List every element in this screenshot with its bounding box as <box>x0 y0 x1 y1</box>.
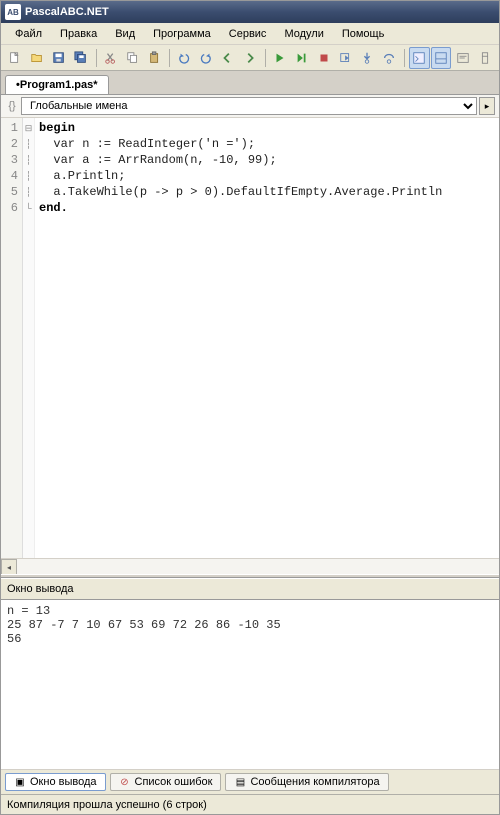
status-text: Компиляция прошла успешно (6 строк) <box>7 799 207 811</box>
scroll-track[interactable] <box>17 559 499 574</box>
file-tabs: •Program1.pas* <box>1 71 499 95</box>
title-bar: AB PascalABC.NET <box>1 1 499 23</box>
compiler-icon: ▤ <box>234 776 246 788</box>
menu-modules[interactable]: Модули <box>276 26 331 42</box>
toolbar <box>1 45 499 71</box>
intellisense-button[interactable] <box>452 47 473 69</box>
save-button[interactable] <box>49 47 70 69</box>
toolbar-separator <box>265 49 266 67</box>
status-bar: Компиляция прошла успешно (6 строк) <box>1 794 499 814</box>
window-title: PascalABC.NET <box>25 6 109 18</box>
menu-bar: Файл Правка Вид Программа Сервис Модули … <box>1 23 499 45</box>
menu-edit[interactable]: Правка <box>52 26 105 42</box>
stop-button[interactable] <box>313 47 334 69</box>
run-no-debug-button[interactable] <box>291 47 312 69</box>
scroll-left-icon[interactable]: ◂ <box>1 559 17 575</box>
tab-program1[interactable]: •Program1.pas* <box>5 75 109 94</box>
run-button[interactable] <box>269 47 290 69</box>
toolbar-separator <box>169 49 170 67</box>
scope-bar: {} Глобальные имена ▸ <box>1 95 499 118</box>
code-text[interactable]: begin var n := ReadInteger('n ='); var a… <box>35 118 499 558</box>
menu-program[interactable]: Программа <box>145 26 219 42</box>
step-button[interactable] <box>335 47 356 69</box>
scope-dropdown[interactable]: Глобальные имена <box>21 97 477 115</box>
app-icon: AB <box>5 4 21 20</box>
fold-gutter[interactable]: ⊟ ┆ ┆ ┆ ┆ └ <box>23 118 35 558</box>
step-over-button[interactable] <box>379 47 400 69</box>
menu-view[interactable]: Вид <box>107 26 143 42</box>
code-editor[interactable]: 1 2 3 4 5 6 ⊟ ┆ ┆ ┆ ┆ └ begin var n := R… <box>1 118 499 558</box>
open-file-button[interactable] <box>27 47 48 69</box>
btab-errors[interactable]: ⊘ Список ошибок <box>110 773 222 791</box>
btab-output[interactable]: ▣ Окно вывода <box>5 773 106 791</box>
bottom-tabs: ▣ Окно вывода ⊘ Список ошибок ▤ Сообщени… <box>1 769 499 794</box>
errors-icon: ⊘ <box>119 776 131 788</box>
toggle-output-button[interactable] <box>409 47 430 69</box>
editor-hscroll[interactable]: ◂ <box>1 558 499 574</box>
menu-service[interactable]: Сервис <box>221 26 275 42</box>
options-button[interactable] <box>474 47 495 69</box>
nav-back-button[interactable] <box>218 47 239 69</box>
undo-button[interactable] <box>174 47 195 69</box>
toolbar-separator <box>404 49 405 67</box>
scope-nav-button[interactable]: ▸ <box>479 97 495 115</box>
toolbar-separator <box>96 49 97 67</box>
paste-button[interactable] <box>144 47 165 69</box>
menu-file[interactable]: Файл <box>7 26 50 42</box>
scope-icon: {} <box>5 99 19 113</box>
toggle-panel-button[interactable] <box>431 47 452 69</box>
output-panel[interactable]: n = 13 25 87 -7 7 10 67 53 69 72 26 86 -… <box>1 599 499 769</box>
redo-button[interactable] <box>196 47 217 69</box>
new-file-button[interactable] <box>5 47 26 69</box>
cut-button[interactable] <box>100 47 121 69</box>
menu-help[interactable]: Помощь <box>334 26 393 42</box>
output-panel-label: Окно вывода <box>1 578 499 599</box>
save-all-button[interactable] <box>71 47 92 69</box>
copy-button[interactable] <box>122 47 143 69</box>
line-gutter: 1 2 3 4 5 6 <box>1 118 23 558</box>
step-into-button[interactable] <box>357 47 378 69</box>
btab-compiler[interactable]: ▤ Сообщения компилятора <box>225 773 388 791</box>
nav-forward-button[interactable] <box>240 47 261 69</box>
output-icon: ▣ <box>14 776 26 788</box>
